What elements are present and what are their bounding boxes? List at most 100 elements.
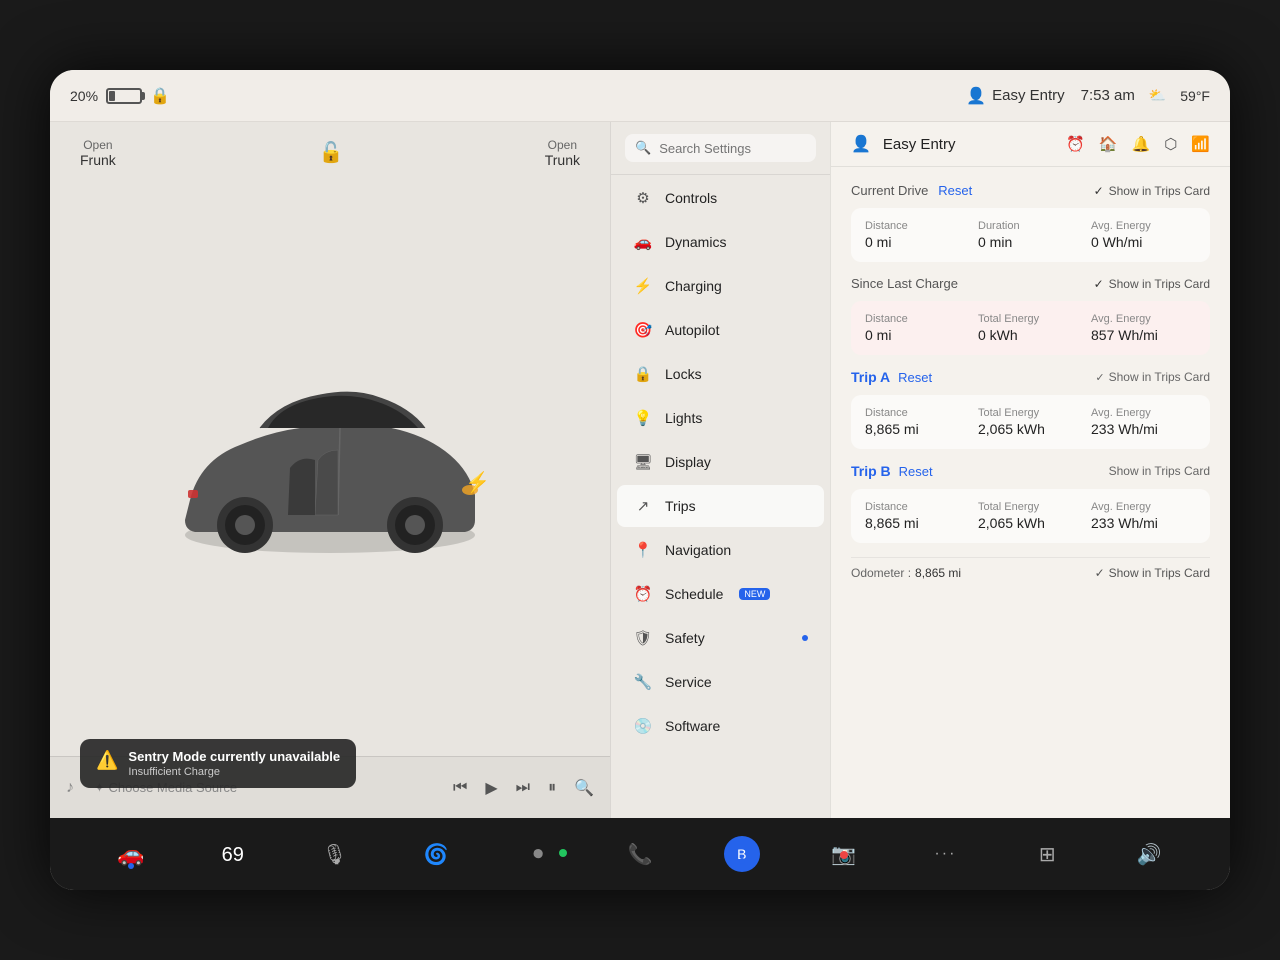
trips-label: Trips — [665, 498, 696, 514]
easy-entry-status: Easy Entry — [992, 87, 1065, 104]
taskbar-apps[interactable]: ⊞ — [996, 842, 1098, 867]
trip-a-reset[interactable]: Reset — [898, 370, 932, 385]
trip-b-distance-label: Distance — [865, 501, 970, 513]
equalizer-button[interactable]: ⏸ — [548, 779, 556, 797]
trip-a-check-icon: ✓ — [1095, 371, 1104, 384]
current-drive-distance-value: 0 mi — [865, 234, 970, 250]
record-green-dot — [559, 849, 567, 857]
trips-header-title: Easy Entry — [883, 136, 956, 153]
controls-icon: ⚙ — [633, 189, 653, 207]
locks-icon: 🔒 — [633, 365, 653, 383]
fan-icon: 🌀 — [424, 842, 449, 867]
play-button[interactable]: ▶ — [485, 778, 497, 798]
trip-a-show-label: Show in Trips Card — [1109, 370, 1210, 384]
record-icon: ⏺ — [533, 843, 543, 866]
nav-item-locks[interactable]: 🔒 Locks — [617, 353, 824, 395]
open-frunk-label-main: Frunk — [80, 152, 116, 168]
trip-a-avg-energy-label: Avg. Energy — [1091, 407, 1196, 419]
media-controls: ⏮ ▶ ⏭ ⏸ 🔍 — [453, 778, 594, 798]
more-icon: ··· — [934, 845, 956, 863]
trip-b-avg-energy-value: 233 Wh/mi — [1091, 515, 1196, 531]
bell-icon[interactable]: 🔔 — [1132, 135, 1151, 153]
display-icon: 🖥 — [633, 453, 653, 471]
autopilot-icon: 🎯 — [633, 321, 653, 339]
apps-icon: ⊞ — [1039, 842, 1056, 867]
odometer-show-trips[interactable]: ✓ Show in Trips Card — [1095, 566, 1210, 580]
warning-icon: ⚠️ — [96, 750, 118, 771]
trip-b-total-energy: Total Energy 2,065 kWh — [978, 501, 1083, 531]
taskbar-temp[interactable]: 69 — [182, 842, 284, 867]
nav-item-lights[interactable]: 💡 Lights — [617, 397, 824, 439]
taskbar-more[interactable]: ··· — [895, 845, 997, 863]
nav-item-dynamics[interactable]: 🚗 Dynamics — [617, 221, 824, 263]
nav-item-trips[interactable]: ↗ Trips — [617, 485, 824, 527]
taskbar-car[interactable]: 🚗 — [80, 841, 182, 867]
current-drive-label: Current Drive — [851, 183, 928, 198]
home-icon[interactable]: 🏠 — [1099, 135, 1118, 153]
since-last-charge-header: Since Last Charge ✓ Show in Trips Card — [851, 276, 1210, 291]
search-bar: 🔍 — [611, 122, 830, 175]
slc-distance-value: 0 mi — [865, 327, 970, 343]
trip-a-header: Trip A Reset ✓ Show in Trips Card — [851, 369, 1210, 385]
trip-a-avg-energy-value: 233 Wh/mi — [1091, 421, 1196, 437]
since-last-charge-show-trips[interactable]: ✓ Show in Trips Card — [1094, 277, 1210, 291]
slc-avg-energy-value: 857 Wh/mi — [1091, 327, 1196, 343]
since-last-charge-show-label: Show in Trips Card — [1109, 277, 1210, 291]
current-drive-show-trips[interactable]: ✓ Show in Trips Card — [1094, 184, 1210, 198]
current-drive-avg-energy-value: 0 Wh/mi — [1091, 234, 1196, 250]
slc-distance-label: Distance — [865, 313, 970, 325]
status-bar: 20% 🔒 👤 Easy Entry 7:53 am ⛅ 59°F — [50, 70, 1230, 122]
clock-icon[interactable]: ⏰ — [1066, 135, 1085, 153]
nav-item-autopilot[interactable]: 🎯 Autopilot — [617, 309, 824, 351]
current-drive-avg-energy: Avg. Energy 0 Wh/mi — [1091, 220, 1196, 250]
trip-b-show[interactable]: Show in Trips Card — [1109, 464, 1210, 478]
since-last-charge-stats: Distance 0 mi Total Energy 0 kWh Avg. En… — [851, 301, 1210, 355]
autopilot-label: Autopilot — [665, 322, 719, 338]
next-track-button[interactable]: ⏭ — [516, 779, 530, 797]
current-drive-show-label: Show in Trips Card — [1109, 184, 1210, 198]
nav-item-schedule[interactable]: ⏰ Schedule NEW — [617, 573, 824, 615]
open-frunk-button[interactable]: Open Frunk — [80, 138, 116, 168]
check-icon: ✓ — [1094, 184, 1104, 198]
nav-item-service[interactable]: 🔧 Service — [617, 661, 824, 703]
taskbar-volume[interactable]: 🔊 — [1098, 842, 1200, 867]
trip-b-stats: Distance 8,865 mi Total Energy 2,065 kWh… — [851, 489, 1210, 543]
prev-track-button[interactable]: ⏮ — [453, 779, 467, 797]
signal-icon: 📶 — [1191, 135, 1210, 153]
trip-b-reset[interactable]: Reset — [899, 464, 933, 479]
trip-b-show-label: Show in Trips Card — [1109, 464, 1210, 478]
nav-item-software[interactable]: 💿 Software — [617, 705, 824, 747]
taskbar-mic[interactable]: 🎙 — [284, 842, 386, 867]
current-drive-header: Current Drive Reset ✓ Show in Trips Card — [851, 183, 1210, 198]
car-image-area: ⚡ — [50, 184, 610, 756]
bluetooth-icon[interactable]: ⬡ — [1164, 135, 1177, 153]
current-drive-duration-label: Duration — [978, 220, 1083, 232]
taskbar-fan[interactable]: 🌀 — [385, 842, 487, 867]
charging-label: Charging — [665, 278, 722, 294]
open-frunk-label-top: Open — [83, 138, 112, 152]
person-icon: 👤 — [966, 86, 986, 106]
open-trunk-button[interactable]: Open Trunk — [545, 138, 580, 168]
taskbar-bluetooth[interactable]: B — [691, 836, 793, 872]
search-input[interactable] — [659, 141, 806, 156]
nav-item-navigation[interactable]: 📍 Navigation — [617, 529, 824, 571]
trip-b-total-energy-label: Total Energy — [978, 501, 1083, 513]
nav-item-controls[interactable]: ⚙ Controls — [617, 177, 824, 219]
service-label: Service — [665, 674, 712, 690]
sentry-alert: ⚠️ Sentry Mode currently unavailable Ins… — [80, 739, 356, 788]
phone-icon: 📞 — [628, 842, 653, 867]
odometer-line: Odometer : 8,865 mi ✓ Show in Trips Card — [851, 557, 1210, 588]
current-drive-avg-energy-label: Avg. Energy — [1091, 220, 1196, 232]
nav-item-safety[interactable]: 🛡 Safety — [617, 617, 824, 659]
lights-icon: 💡 — [633, 409, 653, 427]
taskbar-phone[interactable]: 📞 — [589, 842, 691, 867]
current-drive-reset[interactable]: Reset — [938, 183, 972, 198]
trips-person-icon: 👤 — [851, 134, 871, 154]
search-media-button[interactable]: 🔍 — [574, 778, 594, 798]
nav-item-display[interactable]: 🖥 Display — [617, 441, 824, 483]
trip-a-show[interactable]: ✓ Show in Trips Card — [1095, 370, 1210, 384]
taskbar-camera[interactable]: 📷 — [793, 842, 895, 867]
taskbar-record[interactable]: ⏺ — [487, 843, 589, 866]
nav-item-charging[interactable]: ⚡ Charging — [617, 265, 824, 307]
main-content: Open Frunk 🔓 Open Trunk — [50, 122, 1230, 818]
